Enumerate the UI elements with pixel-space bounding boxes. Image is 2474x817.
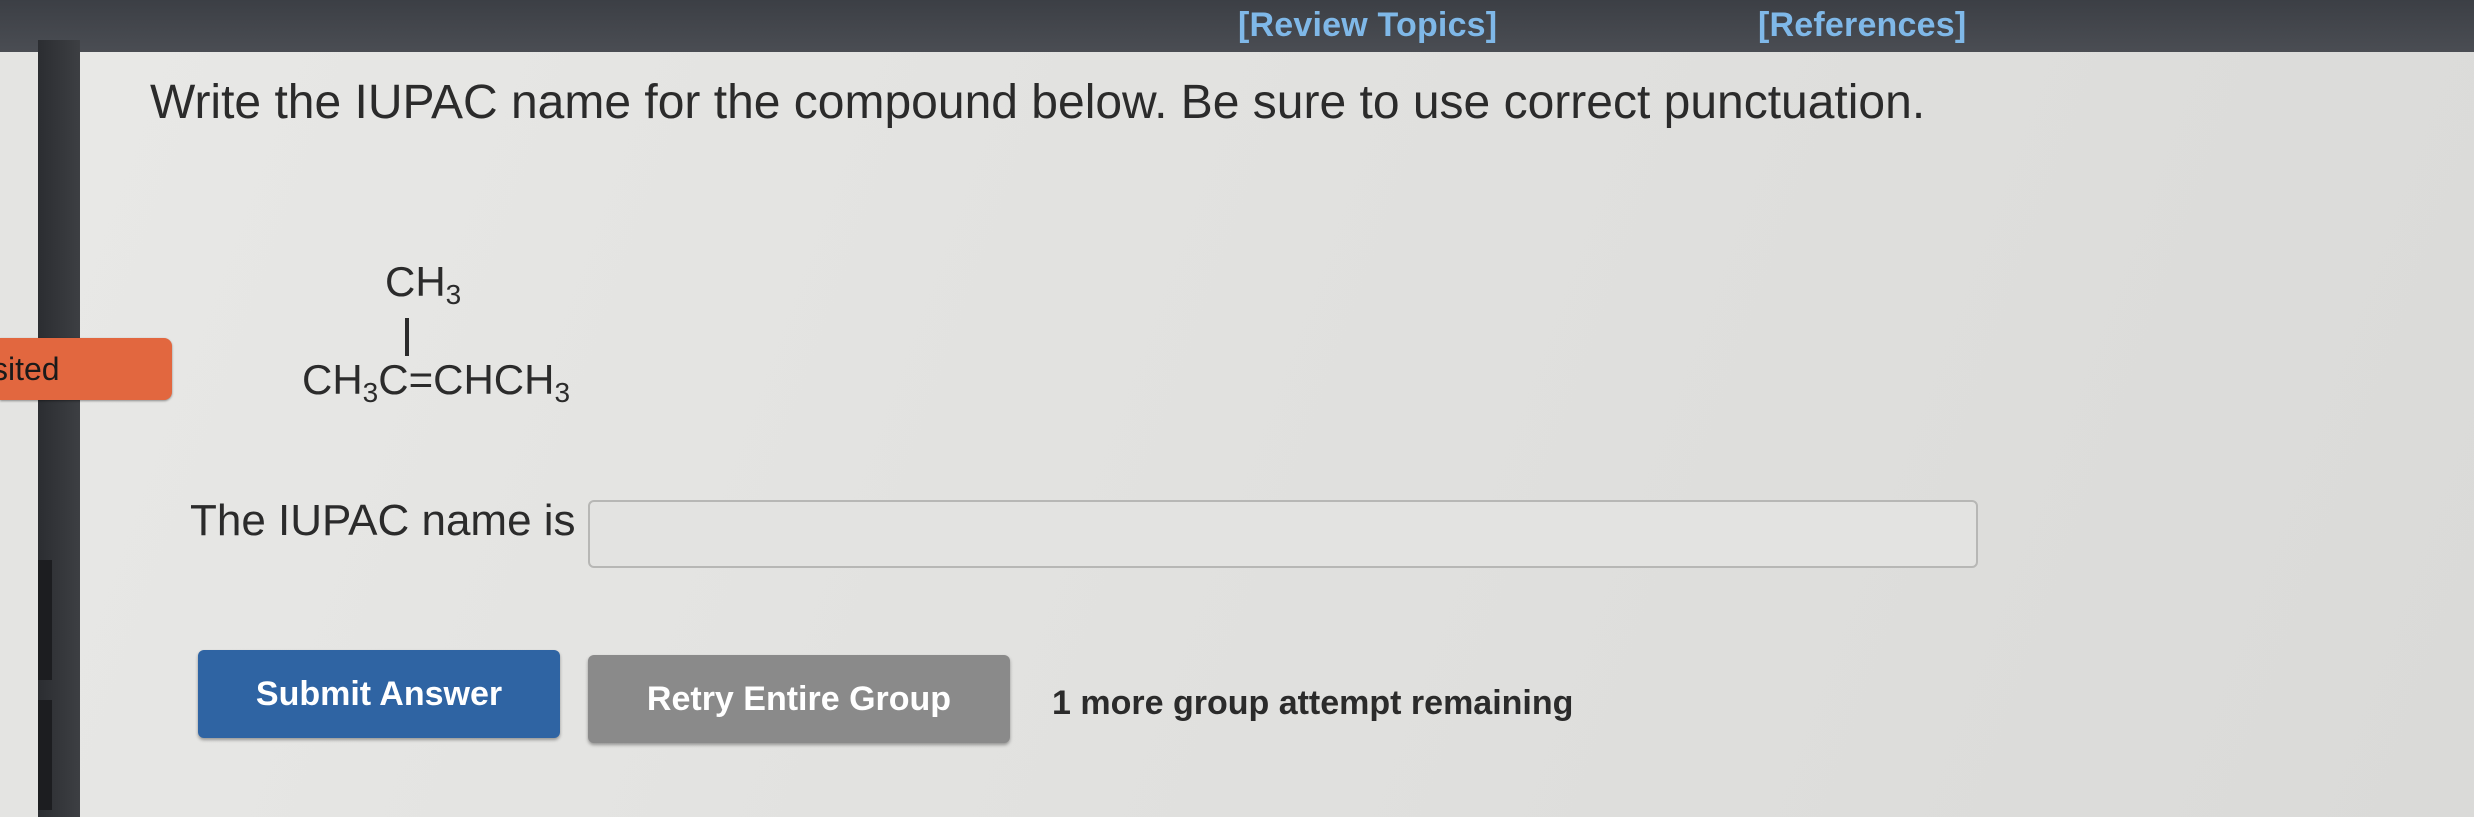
sidebar-marker [38,700,52,810]
structure-top-group: CH3 [385,258,461,311]
visited-tab-label: sited [0,351,60,387]
structure-text: CH [385,258,446,305]
structure-main-chain: CH3C=CHCH3 [302,356,570,409]
references-link[interactable]: [References] [1758,6,1966,45]
structure-text: C=CHCH [378,356,555,403]
review-topics-link[interactable]: [Review Topics] [1238,6,1497,45]
sidebar-marker [38,560,52,680]
submit-answer-button[interactable]: Submit Answer [198,650,560,738]
retry-entire-group-button[interactable]: Retry Entire Group [588,655,1010,743]
left-gutter [0,52,38,817]
attempts-remaining-text: 1 more group attempt remaining [1052,684,1574,722]
structure-vertical-bond [405,318,409,356]
structure-subscript: 3 [362,377,379,408]
answer-label: The IUPAC name is [190,496,576,545]
iupac-name-input[interactable] [588,500,1978,568]
question-prompt: Write the IUPAC name for the compound be… [150,76,1926,129]
visited-tab[interactable]: sited [0,338,172,400]
left-sidebar-edge [38,40,80,817]
structure-text: CH [302,356,363,403]
structure-subscript: 3 [445,279,462,310]
structure-subscript: 3 [554,377,571,408]
top-toolbar: [Review Topics] [References] [0,0,2474,52]
